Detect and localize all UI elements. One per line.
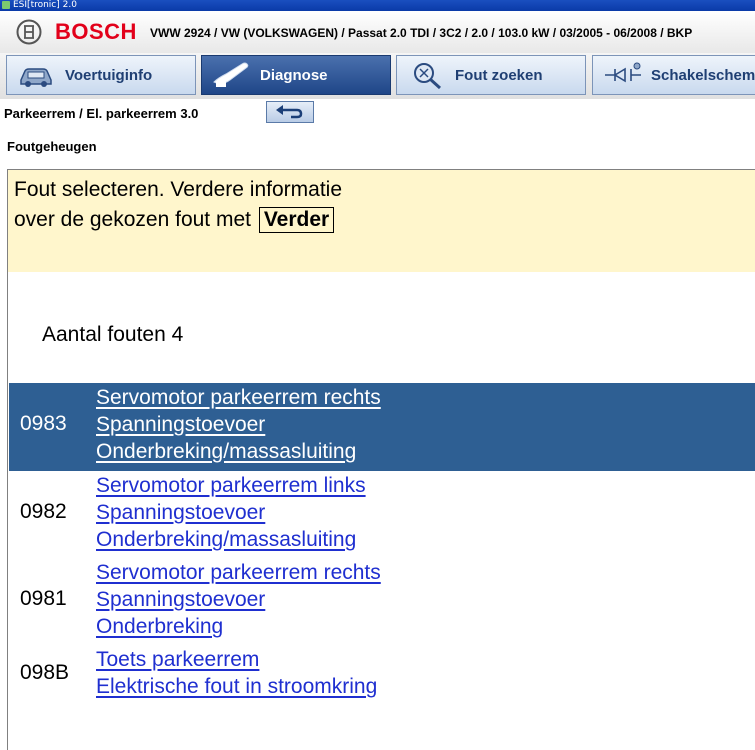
bosch-logo-icon <box>16 19 42 45</box>
tab-schakelschema[interactable]: Schakelschem <box>592 55 755 95</box>
tab-voertuiginfo[interactable]: Voertuiginfo <box>6 55 196 95</box>
back-arrow-icon <box>276 105 303 119</box>
back-button[interactable] <box>266 101 314 123</box>
fault-description-link[interactable]: Elektrische fout in stroomkring <box>96 673 377 700</box>
header: BOSCH VWW 2924 / VW (VOLKSWAGEN) / Passa… <box>0 11 755 54</box>
breadcrumb: Parkeerrem / El. parkeerrem 3.0 <box>4 106 199 121</box>
fault-description-link[interactable]: Spanningstoevoer <box>96 411 381 438</box>
car-icon <box>20 68 52 87</box>
tab-label: Voertuiginfo <box>65 66 153 84</box>
circuit-diagram-icon <box>605 62 641 83</box>
fault-row[interactable]: 098B Toets parkeerrem Elektrische fout i… <box>9 645 755 705</box>
fault-description-link[interactable]: Spanningstoevoer <box>96 586 381 613</box>
fault-description-link[interactable]: Servomotor parkeerrem links <box>96 472 366 499</box>
fault-description-link[interactable]: Onderbreking/massasluiting <box>96 438 381 465</box>
tab-label: Schakelschem <box>651 66 755 84</box>
window-title: ESI[tronic] 2.0 <box>13 0 77 10</box>
fault-code: 0982 <box>20 500 67 523</box>
tab-label: Fout zoeken <box>455 66 543 84</box>
fault-row[interactable]: 0982 Servomotor parkeerrem links Spannin… <box>9 471 755 558</box>
instruction-line-1: Fout selecteren. Verdere informatie <box>14 178 343 201</box>
app-icon <box>2 1 10 9</box>
fault-count: Aantal fouten 4 <box>42 323 184 346</box>
tab-fout-zoeken[interactable]: Fout zoeken <box>396 55 586 95</box>
fault-code: 0983 <box>20 412 67 435</box>
fault-description-link[interactable]: Toets parkeerrem <box>96 646 377 673</box>
brand-name: BOSCH <box>55 19 137 44</box>
fault-description-link[interactable]: Servomotor parkeerrem rechts <box>96 384 381 411</box>
verder-button[interactable]: Verder <box>258 207 335 233</box>
instruction-text: Fout selecteren. Verdere informatie over… <box>14 175 342 235</box>
fault-description-link[interactable]: Spanningstoevoer <box>96 499 366 526</box>
vehicle-info: VWW 2924 / VW (VOLKSWAGEN) / Passat 2.0 … <box>150 26 693 40</box>
fault-row[interactable]: 0983 Servomotor parkeerrem rechts Spanni… <box>9 383 755 471</box>
fault-description-link[interactable]: Onderbreking/massasluiting <box>96 526 366 553</box>
fault-row[interactable]: 0981 Servomotor parkeerrem rechts Spanni… <box>9 558 755 645</box>
instruction-line-2: over de gekozen fout met <box>14 208 251 231</box>
breadcrumb-row: Parkeerrem / El. parkeerrem 3.0 <box>0 99 755 129</box>
tab-diagnose[interactable]: Diagnose <box>201 55 391 95</box>
fault-code: 0981 <box>20 587 67 610</box>
fault-code: 098B <box>20 661 70 684</box>
fault-description-link[interactable]: Servomotor parkeerrem rechts <box>96 559 381 586</box>
tab-label: Diagnose <box>260 66 328 84</box>
fault-memory-panel: Fout selecteren. Verdere informatie over… <box>7 169 755 750</box>
instruction-box: Fout selecteren. Verdere informatie over… <box>8 170 755 272</box>
fault-description-link[interactable]: Onderbreking <box>96 613 381 640</box>
fault-list: 0983 Servomotor parkeerrem rechts Spanni… <box>9 383 755 705</box>
window-titlebar: ESI[tronic] 2.0 <box>0 0 755 11</box>
tab-bar: Voertuiginfo Diagnose Fout zoeken Schake… <box>0 53 755 99</box>
diagnose-plug-icon <box>213 62 249 87</box>
section-title: Foutgeheugen <box>7 139 97 154</box>
fault-search-icon <box>414 63 442 90</box>
